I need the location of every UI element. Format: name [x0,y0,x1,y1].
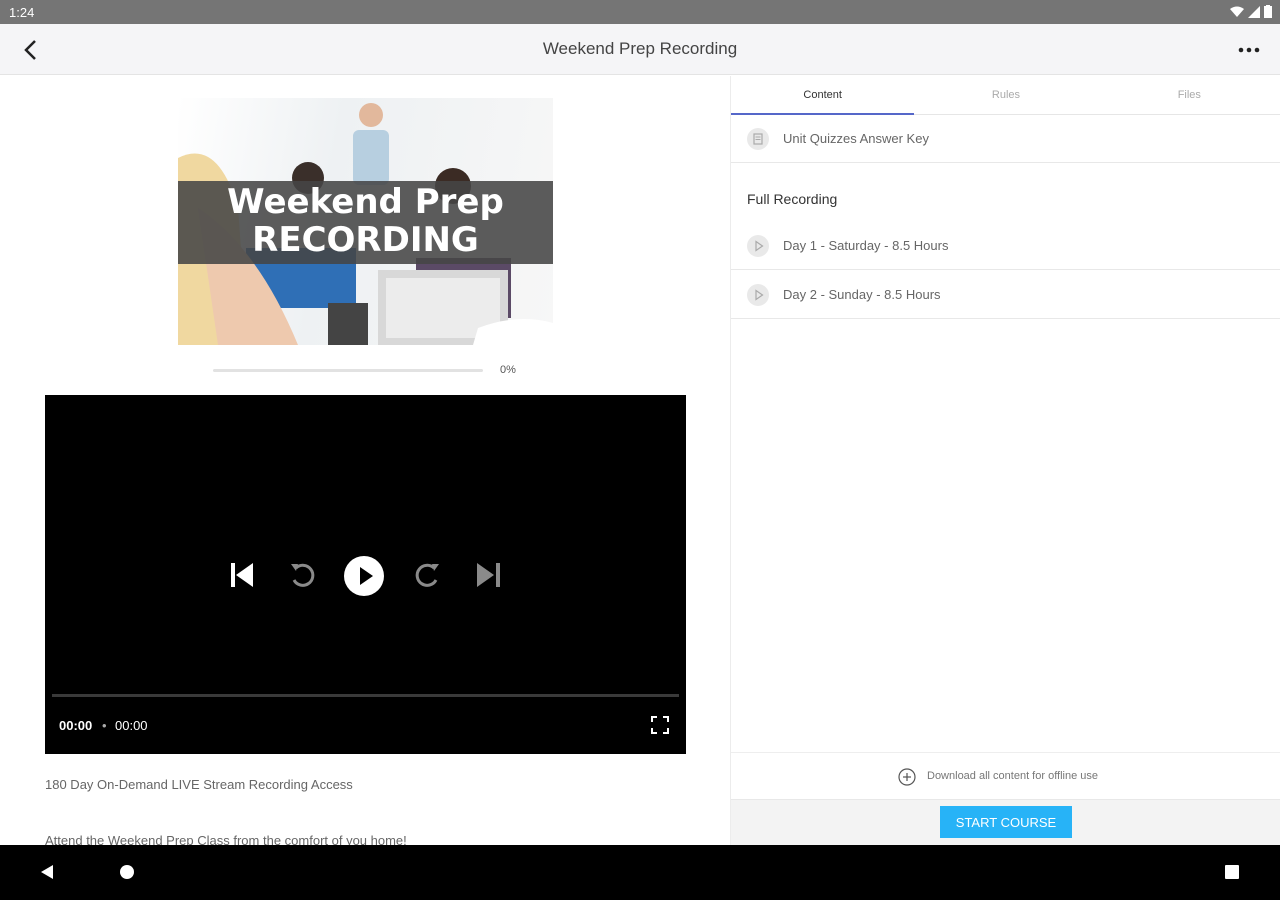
course-banner: Weekend Prep RECORDING [178,98,553,345]
nav-back-button[interactable] [38,863,56,886]
tab-rules[interactable]: Rules [914,76,1097,114]
duration: 00:00 [115,718,148,733]
play-icon [747,284,769,306]
course-detail-panel: Weekend Prep RECORDING 0% 00:00 • 00:00 … [0,76,730,845]
course-content-panel: Content Rules Files Unit Quizzes Answer … [730,76,1280,845]
document-icon [747,128,769,150]
section-title: Full Recording [747,191,838,207]
video-player[interactable]: 00:00 • 00:00 [45,395,686,754]
course-progress-bar [213,369,483,372]
course-progress-label: 0% [500,364,516,376]
list-item[interactable]: Day 2 - Sunday - 8.5 Hours [731,271,1280,319]
banner-title-line1: Weekend Prep [227,182,504,222]
system-icons [1230,5,1272,18]
more-icon [1238,47,1260,53]
fast-forward-icon [415,563,439,587]
nav-back-icon [41,865,53,879]
list-item-label: Day 1 - Saturday - 8.5 Hours [783,238,949,253]
battery-icon [1264,5,1272,18]
signal-icon [1248,5,1260,18]
tab-content[interactable]: Content [731,76,915,115]
start-course-button[interactable]: START COURSE [940,806,1072,838]
page-title: Weekend Prep Recording [542,39,738,58]
list-item-label: Unit Quizzes Answer Key [783,131,929,146]
app-bar: Weekend Prep Recording [0,24,1280,75]
play-button[interactable] [343,555,384,596]
nav-home-icon [120,865,134,879]
list-item-label: Day 2 - Sunday - 8.5 Hours [783,287,941,302]
skip-previous-button[interactable] [223,555,263,595]
nav-recents-button[interactable] [1224,864,1240,885]
nav-home-button[interactable] [119,864,135,885]
rewind-icon [291,563,315,587]
system-nav-bar [0,845,1280,900]
play-icon [747,235,769,257]
more-options-button[interactable] [1236,37,1262,63]
download-all-link[interactable]: Download all content for offline use [927,770,1098,782]
skip-next-icon [477,563,500,587]
download-section: Download all content for offline use [731,752,1280,799]
play-icon [344,556,384,596]
current-time: 00:00 [59,718,93,733]
forward-button[interactable] [407,555,447,595]
time-separator: • [102,718,107,733]
status-time: 1:24 [9,5,35,20]
add-circle-icon[interactable] [898,768,916,786]
tab-files[interactable]: Files [1098,76,1280,114]
status-bar: 1:24 [0,0,1280,24]
start-course-bar: START COURSE [731,799,1280,845]
nav-recents-icon [1225,865,1239,879]
fullscreen-button[interactable] [649,714,671,736]
course-description-line2: Attend the Weekend Prep Class from the c… [45,833,407,845]
skip-previous-icon [231,563,253,587]
skip-next-button[interactable] [469,555,509,595]
tab-bar: Content Rules Files [731,76,1280,115]
course-description-line1: 180 Day On-Demand LIVE Stream Recording … [45,777,353,792]
list-item[interactable]: Unit Quizzes Answer Key [731,115,1280,163]
banner-title-line2: RECORDING [252,220,479,260]
fullscreen-icon [651,716,669,734]
wifi-icon [1230,6,1244,17]
seek-bar[interactable] [52,694,679,697]
list-item[interactable]: Day 1 - Saturday - 8.5 Hours [731,222,1280,270]
rewind-button[interactable] [283,555,323,595]
